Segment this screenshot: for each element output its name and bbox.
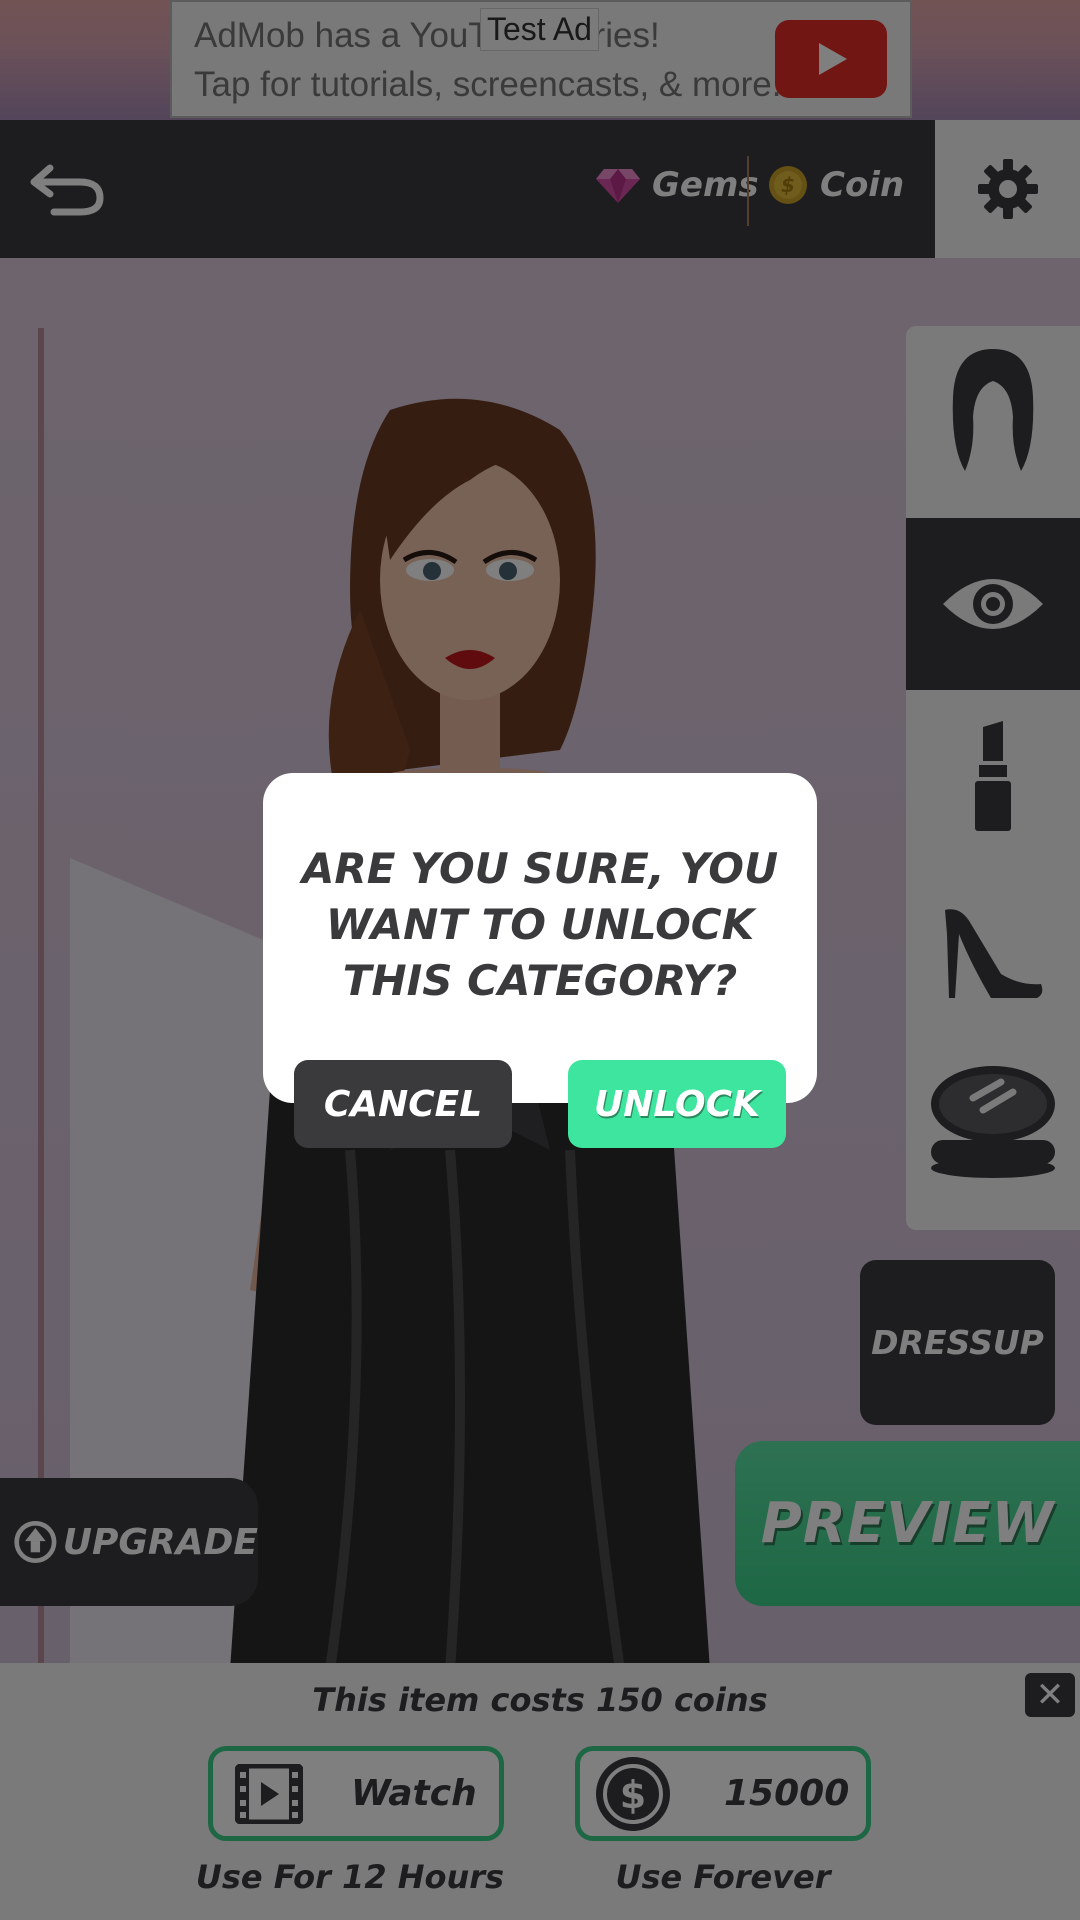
dialog-message-line2: WANT TO UNLOCK <box>325 900 755 949</box>
unlock-button[interactable]: UNLOCK <box>568 1060 786 1148</box>
cancel-button[interactable]: CANCEL <box>294 1060 512 1148</box>
dialog-message: ARE YOU SURE, YOU WANT TO UNLOCK THIS CA… <box>283 841 797 1009</box>
dialog-message-line1: ARE YOU SURE, YOU <box>301 844 779 893</box>
unlock-dialog: ARE YOU SURE, YOU WANT TO UNLOCK THIS CA… <box>263 773 817 1103</box>
dialog-message-line3: THIS CATEGORY? <box>342 956 738 1005</box>
